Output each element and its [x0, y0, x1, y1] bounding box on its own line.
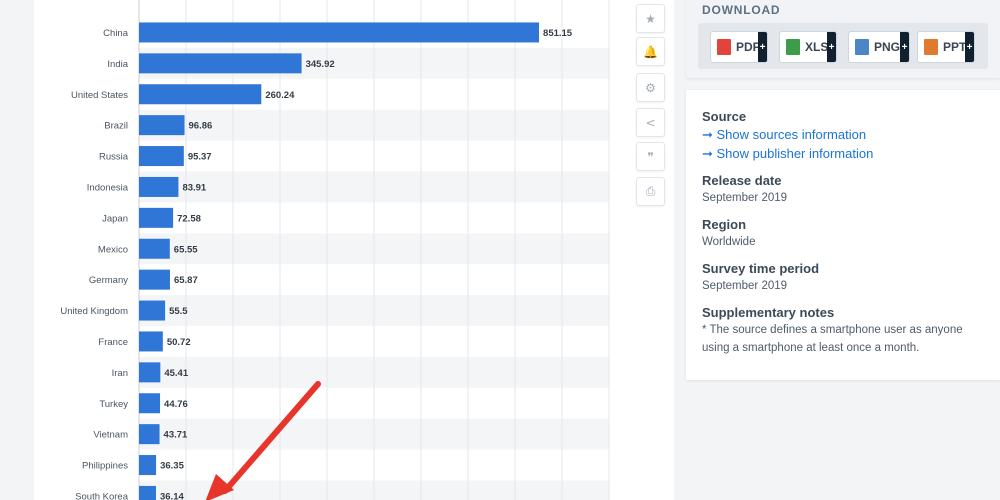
category-label: Brazil [104, 121, 128, 132]
category-label: Germany [89, 275, 128, 286]
value-label: 83.91 [182, 182, 206, 193]
category-label: Russia [99, 152, 129, 163]
category-label: Iran [112, 368, 128, 379]
download-buttons: PDF + XLS + PNG + PPT + [698, 23, 988, 69]
bar[interactable] [139, 424, 160, 445]
info-panel: Source ➞ Show sources information ➞ Show… [686, 90, 1000, 380]
category-label: United States [71, 90, 128, 101]
bar[interactable] [139, 238, 170, 259]
value-label: 72.58 [177, 213, 201, 224]
supplementary-notes-value: * The source defines a smartphone user a… [702, 324, 963, 354]
bar[interactable] [139, 393, 161, 414]
bar[interactable] [139, 146, 184, 167]
gear-icon[interactable]: ⚙ [636, 73, 665, 102]
survey-period-value: September 2019 [702, 280, 788, 292]
value-label: 851.15 [543, 28, 573, 39]
value-label: 260.24 [265, 90, 295, 101]
share-glyph: < [645, 115, 656, 130]
bar[interactable] [139, 331, 163, 352]
show-publisher-link[interactable]: ➞ Show publisher information [702, 146, 873, 162]
value-label: 55.5 [169, 306, 188, 317]
quote-glyph: ❞ [647, 149, 654, 164]
download-panel: DOWNLOAD PDF + XLS + PNG + PPT + [686, 0, 1000, 78]
star-glyph: ★ [645, 11, 656, 26]
category-label: Philippines [82, 461, 128, 472]
category-label: China [103, 28, 129, 39]
ppt-plus-icon[interactable]: + [965, 32, 974, 62]
category-label: India [107, 59, 128, 70]
bell-icon[interactable]: 🔔 [636, 37, 665, 66]
value-label: 44.76 [164, 399, 188, 410]
ppt-label: PPT [943, 40, 967, 54]
pdf-file-icon [717, 39, 731, 55]
release-date-value: September 2019 [702, 192, 788, 204]
download-png-button[interactable]: PNG + [848, 31, 910, 63]
ppt-file-icon [924, 39, 938, 55]
download-title: DOWNLOAD [702, 3, 781, 17]
png-file-icon [855, 39, 869, 55]
supplementary-notes-heading: Supplementary notes [702, 305, 835, 320]
bar[interactable] [139, 455, 157, 476]
bar-chart: China 851.15 India 345.92 United States 260.2… [60, 0, 610, 500]
bar[interactable] [139, 22, 540, 43]
print-glyph: ⎙ [645, 184, 656, 198]
bar[interactable] [139, 269, 170, 290]
category-label: France [98, 337, 128, 348]
value-label: 95.37 [188, 152, 212, 163]
share-icon[interactable]: < [636, 108, 665, 137]
category-label: Indonesia [87, 182, 129, 193]
value-label: 45.41 [164, 368, 188, 379]
value-label: 65.55 [174, 244, 198, 255]
bar[interactable] [139, 485, 156, 500]
value-label: 36.14 [160, 491, 184, 500]
pdf-label: PDF [736, 40, 760, 54]
bar[interactable] [139, 84, 262, 105]
show-sources-link[interactable]: ➞ Show sources information [702, 127, 866, 143]
value-label: 65.87 [174, 275, 198, 286]
release-date-heading: Release date [702, 173, 782, 188]
value-label: 96.86 [189, 121, 213, 132]
region-value: Worldwide [702, 236, 756, 248]
xls-label: XLS [805, 40, 829, 54]
quote-icon[interactable]: ❞ [636, 142, 665, 171]
bar[interactable] [139, 115, 185, 136]
star-icon[interactable]: ★ [636, 4, 665, 33]
download-pdf-button[interactable]: PDF + [710, 31, 768, 63]
category-label: South Korea [75, 491, 129, 500]
category-label: United Kingdom [60, 306, 128, 317]
pdf-plus-icon[interactable]: + [758, 32, 767, 62]
bar[interactable] [139, 300, 166, 321]
download-xls-button[interactable]: XLS + [779, 31, 837, 63]
category-label: Mexico [98, 244, 128, 255]
bar[interactable] [139, 207, 174, 228]
download-ppt-button[interactable]: PPT + [917, 31, 975, 63]
bell-glyph: 🔔 [643, 44, 658, 59]
region-heading: Region [702, 217, 747, 232]
source-heading: Source [702, 109, 747, 124]
bar[interactable] [139, 176, 179, 197]
value-label: 43.71 [164, 430, 188, 441]
value-label: 36.35 [160, 461, 184, 472]
bar[interactable] [139, 362, 161, 383]
category-label: Vietnam [93, 430, 128, 441]
chart-card: China 851.15 India 345.92 United States 260.2… [34, 0, 674, 500]
gear-glyph: ⚙ [645, 80, 656, 95]
print-icon[interactable]: ⎙ [636, 177, 665, 206]
category-label: Turkey [99, 399, 128, 410]
xls-plus-icon[interactable]: + [827, 32, 836, 62]
bar[interactable] [139, 53, 302, 74]
png-label: PNG [874, 40, 901, 54]
value-label: 345.92 [306, 59, 335, 70]
survey-period-heading: Survey time period [702, 261, 820, 276]
category-label: Japan [102, 213, 128, 224]
value-label: 50.72 [167, 337, 191, 348]
xls-file-icon [786, 39, 800, 55]
png-plus-icon[interactable]: + [900, 32, 909, 62]
